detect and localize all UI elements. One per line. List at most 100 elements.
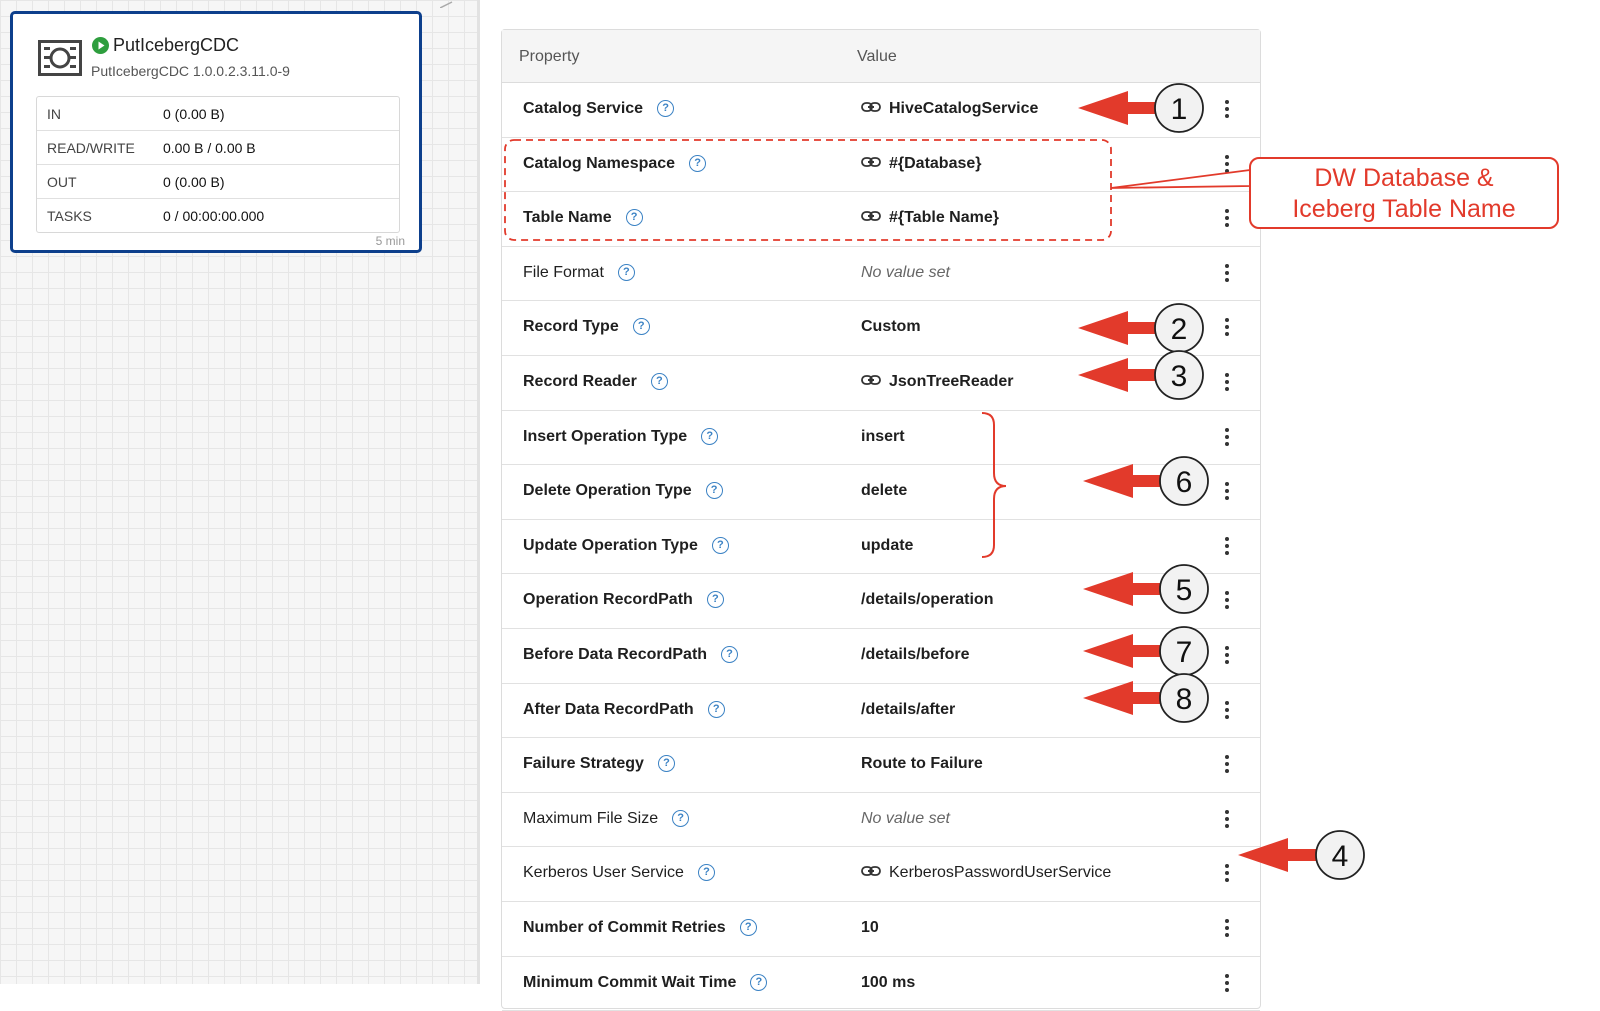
property-value[interactable]: Custom <box>861 318 921 336</box>
help-icon[interactable]: ? <box>657 100 674 117</box>
table-row[interactable]: After Data RecordPath? /details/after <box>502 684 1260 739</box>
table-row[interactable]: Catalog Service? HiveCatalogService <box>502 83 1260 138</box>
property-value[interactable]: Route to Failure <box>861 755 983 773</box>
more-options-icon[interactable] <box>1225 209 1229 227</box>
more-options-icon[interactable] <box>1225 482 1229 500</box>
help-icon[interactable]: ? <box>712 537 729 554</box>
property-label: Catalog Service <box>523 100 643 117</box>
more-options-icon[interactable] <box>1225 373 1229 391</box>
help-icon[interactable]: ? <box>701 428 718 445</box>
property-value[interactable]: /details/after <box>861 701 955 719</box>
property-name: Record Reader? <box>523 373 668 391</box>
table-row[interactable]: File Format? No value set <box>502 247 1260 302</box>
table-row[interactable]: Catalog Namespace?#{Database} <box>502 138 1260 193</box>
stat-label: READ/WRITE <box>37 140 163 156</box>
more-options-icon[interactable] <box>1225 537 1229 555</box>
property-name: Before Data RecordPath? <box>523 646 738 664</box>
property-value[interactable]: /details/before <box>861 646 969 664</box>
property-name: Minimum Commit Wait Time? <box>523 974 767 992</box>
property-value[interactable]: update <box>861 537 913 555</box>
property-value[interactable]: #{Table Name} <box>861 209 999 227</box>
help-icon[interactable]: ? <box>708 701 725 718</box>
help-icon[interactable]: ? <box>689 155 706 172</box>
more-options-icon[interactable] <box>1225 264 1229 282</box>
more-options-icon[interactable] <box>1225 919 1229 937</box>
table-row[interactable]: Insert Operation Type?insert <box>502 411 1260 466</box>
property-value[interactable]: /details/operation <box>861 591 993 609</box>
property-value[interactable]: 100 ms <box>861 974 915 992</box>
help-icon[interactable]: ? <box>707 591 724 608</box>
property-value[interactable]: insert <box>861 428 905 446</box>
property-value-text: #{Database} <box>889 155 982 172</box>
property-name: Catalog Service? <box>523 100 674 118</box>
table-row[interactable]: Record Reader? JsonTreeReader <box>502 356 1260 411</box>
table-row[interactable]: Delete Operation Type?delete <box>502 465 1260 520</box>
processor-card[interactable]: PutIcebergCDC PutIcebergCDC 1.0.0.2.3.11… <box>10 11 422 253</box>
property-value[interactable]: KerberosPasswordUserService <box>861 864 1111 882</box>
property-label: Before Data RecordPath <box>523 646 707 663</box>
more-options-icon[interactable] <box>1225 701 1229 719</box>
table-row[interactable]: Record Type?Custom <box>502 301 1260 356</box>
more-options-icon[interactable] <box>1225 646 1229 664</box>
property-value[interactable]: #{Database} <box>861 155 982 173</box>
table-row[interactable]: Number of Commit Retries?10 <box>502 902 1260 957</box>
stat-value: 0 (0.00 B) <box>163 106 224 122</box>
help-icon[interactable]: ? <box>740 919 757 936</box>
property-label: File Format <box>523 264 604 281</box>
running-status-icon <box>92 37 109 54</box>
more-options-icon[interactable] <box>1225 428 1229 446</box>
property-value[interactable]: No value set <box>861 264 950 282</box>
property-value-text: /details/before <box>861 646 969 663</box>
table-header: Property Value <box>502 30 1260 83</box>
property-value-text: #{Table Name} <box>889 209 999 226</box>
table-row[interactable]: Operation RecordPath? /details/operation <box>502 574 1260 629</box>
stat-row-read-write: READ/WRITE 0.00 B / 0.00 B <box>37 130 399 164</box>
flow-canvas[interactable]: PutIcebergCDC PutIcebergCDC 1.0.0.2.3.11… <box>0 0 480 984</box>
help-icon[interactable]: ? <box>658 755 675 772</box>
more-options-icon[interactable] <box>1225 810 1229 828</box>
property-label: Record Reader <box>523 373 637 390</box>
property-value-text: JsonTreeReader <box>889 373 1014 390</box>
property-value[interactable]: delete <box>861 482 907 500</box>
property-value[interactable]: No value set <box>861 810 950 828</box>
stat-value: 0.00 B / 0.00 B <box>163 140 256 156</box>
properties-table: Property Value Catalog Service? HiveCatal… <box>501 29 1261 1009</box>
property-value-text: No value set <box>861 810 950 827</box>
more-options-icon[interactable] <box>1225 755 1229 773</box>
property-value-text: Route to Failure <box>861 755 983 772</box>
property-value-text: 10 <box>861 919 879 936</box>
callout-box: DW Database & Iceberg Table Name <box>1249 157 1559 229</box>
table-row[interactable]: Kerberos User Service?KerberosPasswordUs… <box>502 847 1260 902</box>
help-icon[interactable]: ? <box>626 209 643 226</box>
help-icon[interactable]: ? <box>698 864 715 881</box>
stat-value: 0 (0.00 B) <box>163 174 224 190</box>
help-icon[interactable]: ? <box>721 646 738 663</box>
table-row[interactable]: Failure Strategy? Route to Failure <box>502 738 1260 793</box>
table-row[interactable]: Update Operation Type?update <box>502 520 1260 575</box>
table-row[interactable]: Maximum File Size?No value set <box>502 793 1260 848</box>
property-value[interactable]: 10 <box>861 919 879 937</box>
table-row[interactable]: Before Data RecordPath? /details/before <box>502 629 1260 684</box>
property-value[interactable]: JsonTreeReader <box>861 373 1014 391</box>
processor-icon <box>38 38 82 78</box>
table-row[interactable]: Table Name?#{Table Name} <box>502 192 1260 247</box>
property-value-text: KerberosPasswordUserService <box>889 864 1111 881</box>
property-label: Failure Strategy <box>523 755 644 772</box>
help-icon[interactable]: ? <box>706 482 723 499</box>
property-name: After Data RecordPath? <box>523 701 725 719</box>
more-options-icon[interactable] <box>1225 100 1229 118</box>
more-options-icon[interactable] <box>1225 864 1229 882</box>
more-options-icon[interactable] <box>1225 155 1229 173</box>
stat-row-tasks: TASKS 0 / 00:00:00.000 <box>37 198 399 232</box>
help-icon[interactable]: ? <box>651 373 668 390</box>
help-icon[interactable]: ? <box>672 810 689 827</box>
help-icon[interactable]: ? <box>618 264 635 281</box>
processor-name: PutIcebergCDC <box>113 35 239 56</box>
help-icon[interactable]: ? <box>750 974 767 991</box>
more-options-icon[interactable] <box>1225 591 1229 609</box>
property-value[interactable]: HiveCatalogService <box>861 100 1038 118</box>
help-icon[interactable]: ? <box>633 318 650 335</box>
more-options-icon[interactable] <box>1225 318 1229 336</box>
property-label: Operation RecordPath <box>523 591 693 608</box>
more-options-icon[interactable] <box>1225 974 1229 992</box>
